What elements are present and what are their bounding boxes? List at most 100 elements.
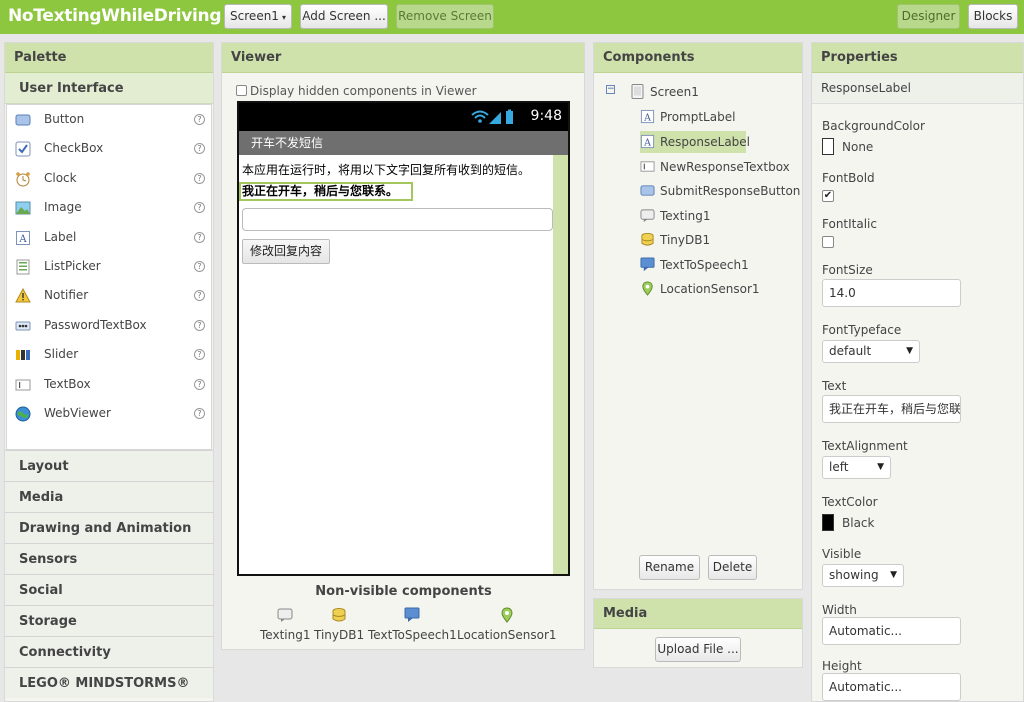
visible-select[interactable]: showing ▼ [822,564,904,587]
palette-item-passwordtextbox[interactable]: PasswordTextBox? [7,311,211,340]
palette-category[interactable]: Layout [5,450,213,481]
palette-item-label: Clock [44,170,77,185]
help-icon[interactable]: ? [194,407,205,419]
designer-button[interactable]: Designer [897,4,960,29]
tree-label: LocationSensor1 [660,282,760,296]
nonvisible-tinydb[interactable]: TinyDB1 [314,607,364,642]
chevron-down-icon: ▼ [906,346,913,356]
phone-scrollbar[interactable] [553,155,568,574]
fontsize-input[interactable]: 14.0 [822,279,961,307]
clock-icon [16,171,30,187]
prop-label-fontitalic: FontItalic [822,217,877,231]
help-icon[interactable]: ? [194,143,205,155]
help-icon[interactable]: ? [194,260,205,272]
palette-item-button[interactable]: Button? [7,105,211,134]
textalignment-select[interactable]: left ▼ [822,456,891,479]
palette-category[interactable]: LEGO® MINDSTORMS® [5,667,213,698]
properties-component-name: ResponseLabel [812,73,1023,104]
palette-item-checkbox[interactable]: CheckBox? [7,134,211,163]
palette-item-webviewer[interactable]: WebViewer? [7,399,211,428]
textcolor-swatch[interactable] [822,514,834,531]
add-screen-button[interactable]: Add Screen ... [300,4,388,29]
help-icon[interactable]: ? [194,290,205,302]
height-input[interactable]: Automatic... [822,673,961,701]
tree-label: PromptLabel [660,110,736,124]
screen-select-dropdown[interactable]: Screen1 ▾ [224,4,292,29]
prop-label-visible: Visible [822,547,862,561]
rename-button[interactable]: Rename [639,555,700,580]
tree-label: ResponseLabel [660,135,751,149]
location-icon [642,281,653,296]
properties-panel: Properties ResponseLabel BackgroundColor… [811,42,1024,702]
new-response-textbox[interactable] [242,208,553,231]
tree-item-responselabel[interactable]: A ResponseLabel [640,131,750,153]
collapse-icon[interactable]: − [606,85,615,94]
palette-category[interactable]: Media [5,481,213,512]
top-bar: NoTextingWhileDriving Screen1 ▾ Add Scree… [0,0,1024,34]
tree-item-texting1[interactable]: Texting1 [640,205,790,227]
blocks-button[interactable]: Blocks [968,4,1018,29]
upload-file-button[interactable]: Upload File ... [655,637,741,662]
palette-item-listpicker[interactable]: ListPicker? [7,252,211,281]
backgroundcolor-swatch[interactable] [822,138,834,155]
delete-button[interactable]: Delete [708,555,757,580]
palette-item-slider[interactable]: Slider? [7,340,211,369]
fontbold-checkbox[interactable]: ✔ [822,190,834,202]
palette-category[interactable]: Drawing and Animation [5,512,213,543]
help-icon[interactable]: ? [194,114,205,125]
width-input[interactable]: Automatic... [822,617,961,645]
palette-section-user-interface[interactable]: User Interface [5,73,213,104]
tree-item-texttospeech1[interactable]: TextToSpeech1 [640,254,790,276]
palette-category[interactable]: Connectivity [5,636,213,667]
prompt-label[interactable]: 本应用在运行时，将用以下文字回复所有收到的短信。 [242,161,530,178]
media-header: Media [594,599,802,629]
chevron-down-icon: ▾ [281,13,286,22]
location-icon [501,607,513,623]
components-panel: Components − Screen1 A PromptLabel A Respon… [593,42,803,590]
tree-item-tinydb1[interactable]: TinyDB1 [640,229,790,251]
nonvisible-location[interactable]: LocationSensor1 [457,607,557,642]
palette-item-clock[interactable]: Clock? [7,164,211,193]
text-input[interactable]: 我正在开车，稍后与您联系。 [822,395,961,423]
palette-panel: Palette User Interface Button? CheckBox? C… [4,42,214,702]
help-icon[interactable]: ? [194,378,205,390]
palette-item-textbox[interactable]: TextBox? [7,370,211,399]
display-hidden-toggle[interactable]: Display hidden components in Viewer [236,84,477,98]
tree-item-promptlabel[interactable]: A PromptLabel [640,106,790,128]
palette-item-label: Slider [44,347,79,362]
help-icon[interactable]: ? [194,202,205,214]
palette-item-label: Button [44,112,85,126]
palette-list: Button? CheckBox? Clock? Image? A Label? ListP… [6,104,212,450]
palette-item-label[interactable]: A Label? [7,223,211,252]
palette-category[interactable]: Sensors [5,543,213,574]
help-icon[interactable]: ? [194,231,205,243]
nonvisible-texting[interactable]: Texting1 [260,607,310,642]
fontitalic-checkbox[interactable] [822,236,834,248]
signal-battery-icon [471,109,513,124]
tree-item-locationsensor1[interactable]: LocationSensor1 [640,278,790,300]
help-icon[interactable]: ? [194,349,205,361]
palette-category[interactable]: Storage [5,605,213,636]
remove-screen-button[interactable]: Remove Screen [396,4,494,29]
palette-item-image[interactable]: Image? [7,193,211,222]
submit-response-button[interactable]: 修改回复内容 [242,239,330,264]
display-hidden-checkbox[interactable] [236,85,247,96]
help-icon[interactable]: ? [194,319,205,331]
fonttypeface-select[interactable]: default ▼ [822,340,920,363]
slider-icon [16,350,30,361]
palette-category[interactable]: Social [5,574,213,605]
palette-item-notifier[interactable]: Notifier? [7,281,211,310]
screen-select-label: Screen1 [230,9,279,23]
prop-label-textcolor: TextColor [822,495,878,509]
screen-icon [631,84,644,99]
label-icon: A [640,109,655,123]
help-icon[interactable]: ? [194,172,205,184]
tree-item-newresponsetextbox[interactable]: NewResponseTextbox [640,156,790,178]
nonvisible-tts[interactable]: TextToSpeech1 [368,607,457,642]
tree-item-submitresponsebutton[interactable]: SubmitResponseButton [640,180,800,202]
backgroundcolor-value[interactable]: None [842,140,873,154]
textcolor-value[interactable]: Black [842,516,874,530]
response-label[interactable]: 我正在开车，稍后与您联系。 [239,182,413,201]
media-panel: Media Upload File ... [593,598,803,668]
checkbox-icon [15,141,31,157]
